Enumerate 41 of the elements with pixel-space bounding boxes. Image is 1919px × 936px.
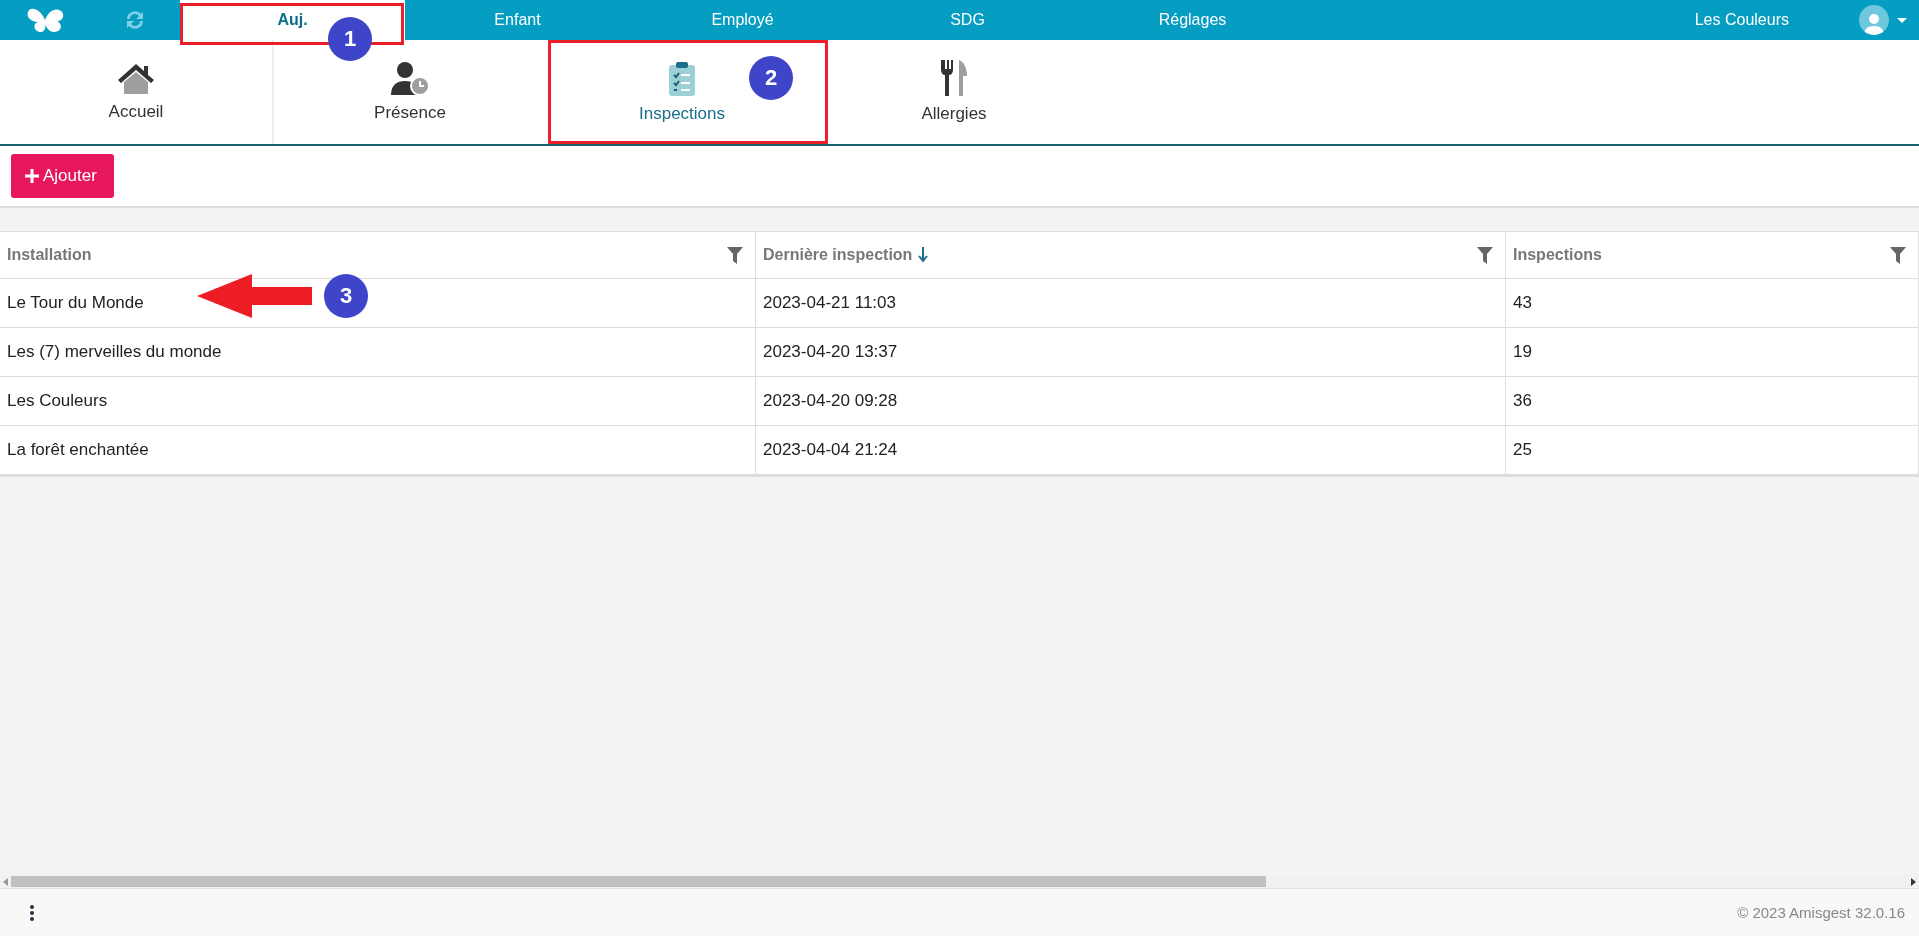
table-cell: 2023-04-21 11:03 xyxy=(756,279,1506,328)
filter-icon[interactable] xyxy=(727,246,743,264)
scroll-right-icon[interactable] xyxy=(1911,877,1916,886)
section-tab[interactable]: Allergies xyxy=(915,52,993,132)
table-cell: 19 xyxy=(1506,328,1919,377)
column-header[interactable]: Dernière inspection xyxy=(756,232,1506,279)
column-title[interactable]: Inspections xyxy=(1513,246,1602,264)
column-title[interactable]: Installation xyxy=(7,246,92,264)
table-cell: 2023-04-20 13:37 xyxy=(756,328,1506,377)
table-cell: 2023-04-20 09:28 xyxy=(756,377,1506,426)
scrollbar-thumb[interactable] xyxy=(11,876,1266,887)
nav-tab[interactable]: SDG xyxy=(855,0,1080,40)
table-cell: Les (7) merveilles du monde xyxy=(0,328,756,377)
butterfly-logo-icon[interactable] xyxy=(26,6,64,34)
add-button[interactable]: Ajouter xyxy=(11,154,114,198)
site-name[interactable]: Les Couleurs xyxy=(1694,11,1789,29)
more-vertical-icon[interactable] xyxy=(30,904,34,921)
fork-knife-icon xyxy=(939,60,969,96)
filter-icon[interactable] xyxy=(1890,246,1906,264)
table-cell: 43 xyxy=(1506,279,1919,328)
section-tab[interactable]: Accueil xyxy=(102,54,170,130)
column-title[interactable]: Dernière inspection xyxy=(763,246,913,264)
table-cell: 36 xyxy=(1506,377,1919,426)
nav-tab[interactable]: Employé xyxy=(630,0,855,40)
person-clock-icon xyxy=(390,61,430,95)
column-header[interactable]: Inspections xyxy=(1506,232,1919,279)
table-cell: La forêt enchantée xyxy=(0,426,756,475)
nav-tab[interactable]: Enfant xyxy=(405,0,630,40)
filter-icon[interactable] xyxy=(1477,246,1493,264)
section-tab[interactable]: Inspections xyxy=(633,52,731,132)
table-cell: 2023-04-04 21:24 xyxy=(756,426,1506,475)
copyright-text: © 2023 Amisgest 32.0.16 xyxy=(1737,904,1905,921)
scroll-left-icon[interactable] xyxy=(3,877,8,886)
table-cell: 25 xyxy=(1506,426,1919,475)
nav-tab[interactable]: Réglages xyxy=(1080,0,1305,40)
house-icon xyxy=(116,62,156,94)
clipboard-checklist-icon xyxy=(668,60,696,96)
caret-icon[interactable] xyxy=(1897,17,1907,23)
table-cell: Les Couleurs xyxy=(0,377,756,426)
plus-icon xyxy=(25,169,39,183)
avatar-icon[interactable] xyxy=(1859,5,1889,35)
